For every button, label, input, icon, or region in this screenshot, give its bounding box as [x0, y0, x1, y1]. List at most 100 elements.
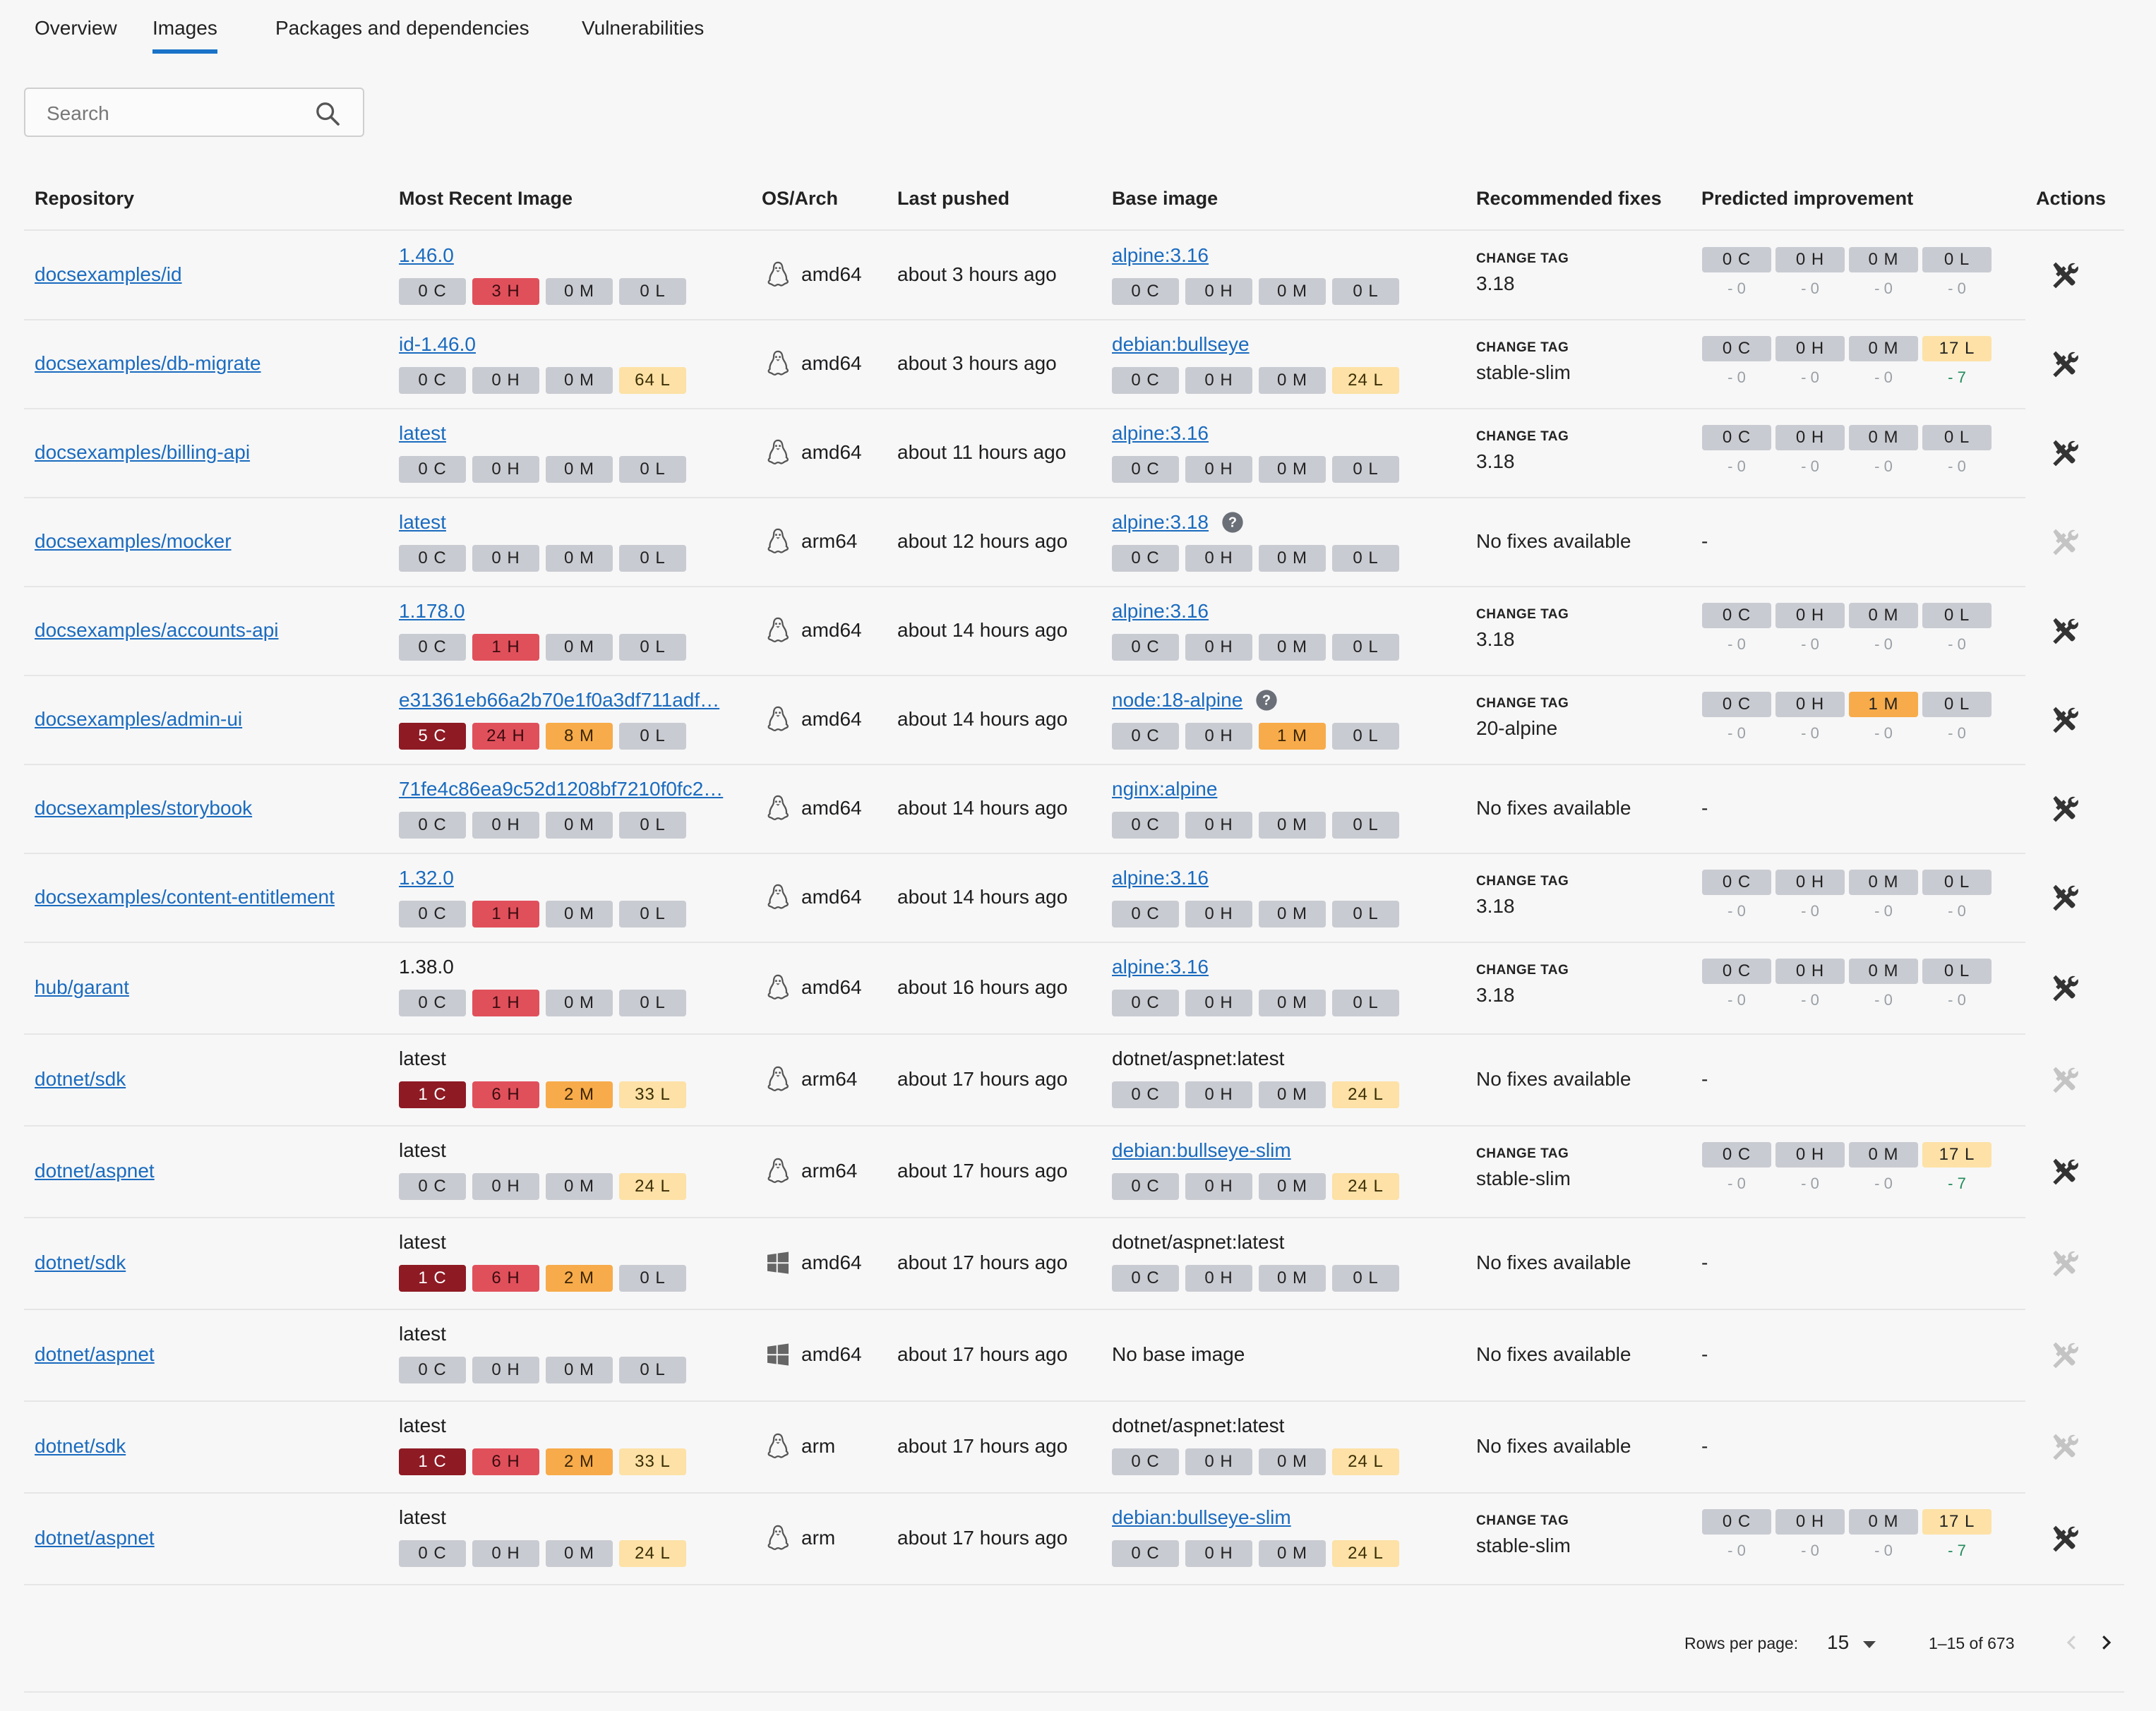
image-vuln-medium-badge: 0 M	[546, 990, 613, 1016]
tools-icon[interactable]	[2049, 704, 2080, 735]
base-vuln-medium-badge: 0 M	[1259, 990, 1326, 1016]
tools-icon[interactable]	[2049, 615, 2080, 646]
tab-vulnerabilities[interactable]: Vulnerabilities	[582, 17, 704, 52]
predicted-critical-badge: 0 C	[1702, 1509, 1771, 1535]
tools-icon[interactable]	[2049, 259, 2080, 290]
base-image-link[interactable]: debian:bullseye-slim	[1112, 1506, 1291, 1529]
linux-icon	[765, 616, 791, 644]
repository-link[interactable]: docsexamples/mocker	[35, 530, 232, 553]
base-image-link[interactable]: debian:bullseye	[1112, 333, 1250, 356]
tab-packages-and-dependencies[interactable]: Packages and dependencies	[275, 17, 529, 52]
repository-link[interactable]: hub/garant	[35, 976, 129, 999]
repository-link[interactable]: dotnet/aspnet	[35, 1527, 155, 1549]
repository-link[interactable]: dotnet/aspnet	[35, 1160, 155, 1182]
tools-icon[interactable]	[2049, 348, 2080, 379]
tools-icon[interactable]	[2049, 1523, 2080, 1554]
image-tag-link[interactable]: latest	[399, 511, 738, 534]
image-vuln-critical-badge: 0 C	[399, 990, 466, 1016]
last-pushed: about 14 hours ago	[897, 797, 1068, 819]
linux-icon	[765, 1524, 791, 1552]
last-pushed: about 14 hours ago	[897, 619, 1068, 641]
help-icon[interactable]: ?	[1255, 689, 1278, 712]
base-vuln-low-badge: 24 L	[1332, 1081, 1399, 1108]
header-divider	[24, 229, 2124, 231]
image-vuln-medium-badge: 0 M	[546, 545, 613, 572]
repository-link[interactable]: docsexamples/storybook	[35, 797, 252, 820]
image-tag-link[interactable]: 1.46.0	[399, 244, 738, 267]
image-tag: latest	[399, 1231, 446, 1253]
tools-icon[interactable]	[2049, 972, 2080, 1003]
predicted-high-badge: 0 H	[1775, 336, 1845, 361]
tab-images[interactable]: Images	[152, 17, 217, 54]
image-tag-link[interactable]: 71fe4c86ea9c52d1208bf7210f0fc2…	[399, 778, 738, 800]
base-image-link[interactable]: nginx:alpine	[1112, 778, 1217, 800]
base-vuln-low-badge: 0 L	[1332, 901, 1399, 927]
base-image-link[interactable]: alpine:3.16	[1112, 867, 1209, 889]
image-vuln-high-badge: 1 H	[472, 901, 539, 927]
image-tag-link[interactable]: 1.178.0	[399, 600, 738, 623]
base-vuln-high-badge: 0 H	[1185, 367, 1252, 394]
base-vuln-medium-badge: 0 M	[1259, 1173, 1326, 1200]
image-vuln-low-badge: 0 L	[619, 1357, 686, 1383]
repository-link[interactable]: dotnet/sdk	[35, 1068, 126, 1091]
chevron-down-icon[interactable]	[1861, 1639, 1878, 1650]
image-vuln-low-badge: 0 L	[619, 456, 686, 483]
repository-link[interactable]: docsexamples/db-migrate	[35, 352, 261, 375]
image-vuln-low-badge: 64 L	[619, 367, 686, 394]
row-divider	[24, 1492, 2025, 1494]
base-image-link[interactable]: alpine:3.16	[1112, 422, 1209, 445]
tools-icon	[2049, 1339, 2080, 1370]
tools-icon[interactable]	[2049, 1155, 2080, 1187]
base-vuln-medium-badge: 0 M	[1259, 1265, 1326, 1292]
arch-label: amd64	[801, 708, 862, 730]
base-image-link[interactable]: node:18-alpine	[1112, 689, 1242, 712]
image-tag-link[interactable]: 1.32.0	[399, 867, 738, 889]
base-vuln-critical-badge: 0 C	[1112, 545, 1179, 572]
tools-icon[interactable]	[2049, 882, 2080, 913]
image-tag-link[interactable]: id-1.46.0	[399, 333, 738, 356]
base-vuln-medium-badge: 0 M	[1259, 634, 1326, 661]
no-fixes-text: No fixes available	[1476, 530, 1631, 552]
repository-link[interactable]: docsexamples/admin-ui	[35, 708, 242, 731]
base-image-link[interactable]: alpine:3.16	[1112, 244, 1209, 267]
predicted-delta: - 0	[1874, 991, 1893, 1009]
tools-icon	[2049, 1064, 2080, 1095]
image-tag-link[interactable]: latest	[399, 422, 738, 445]
base-vuln-high-badge: 0 H	[1185, 278, 1252, 305]
repository-link[interactable]: docsexamples/id	[35, 263, 182, 286]
column-header-recommended-fixes: Recommended fixes	[1476, 188, 1662, 209]
linux-icon	[765, 973, 791, 1002]
tab-overview[interactable]: Overview	[35, 17, 117, 52]
repository-link[interactable]: dotnet/aspnet	[35, 1343, 155, 1366]
rows-per-page-select[interactable]: 15	[1827, 1631, 1849, 1654]
base-image: dotnet/aspnet:latest	[1112, 1047, 1285, 1069]
base-vuln-critical-badge: 0 C	[1112, 456, 1179, 483]
repository-link[interactable]: docsexamples/content-entitlement	[35, 886, 335, 908]
next-page-icon[interactable]	[2095, 1632, 2116, 1653]
last-pushed: about 17 hours ago	[897, 1251, 1068, 1273]
image-tag-link[interactable]: e31361eb66a2b70e1f0a3df711adf…	[399, 689, 738, 712]
base-image-link[interactable]: alpine:3.16	[1112, 956, 1209, 978]
search-icon[interactable]	[313, 100, 342, 128]
image-vuln-low-badge: 0 L	[619, 634, 686, 661]
base-image-link[interactable]: alpine:3.16	[1112, 600, 1209, 623]
help-icon[interactable]: ?	[1221, 511, 1244, 534]
base-vuln-high-badge: 0 H	[1185, 812, 1252, 839]
repository-link[interactable]: dotnet/sdk	[35, 1251, 126, 1274]
predicted-delta: - 0	[1948, 724, 1966, 742]
image-vuln-critical-badge: 0 C	[399, 901, 466, 927]
fix-type-label: CHANGE TAG	[1476, 963, 1569, 978]
image-vuln-low-badge: 33 L	[619, 1448, 686, 1475]
tools-icon[interactable]	[2049, 793, 2080, 824]
base-image-link[interactable]: debian:bullseye-slim	[1112, 1139, 1291, 1162]
repository-link[interactable]: dotnet/sdk	[35, 1435, 126, 1458]
no-improvement: -	[1701, 797, 1708, 819]
image-vuln-medium-badge: 0 M	[546, 634, 613, 661]
repository-link[interactable]: docsexamples/billing-api	[35, 441, 250, 464]
search-input[interactable]	[45, 99, 316, 128]
predicted-delta: - 7	[1948, 1175, 1966, 1192]
repository-link[interactable]: docsexamples/accounts-api	[35, 619, 279, 642]
last-pushed: about 11 hours ago	[897, 441, 1067, 463]
base-image-link[interactable]: alpine:3.18	[1112, 511, 1209, 534]
tools-icon[interactable]	[2049, 437, 2080, 468]
